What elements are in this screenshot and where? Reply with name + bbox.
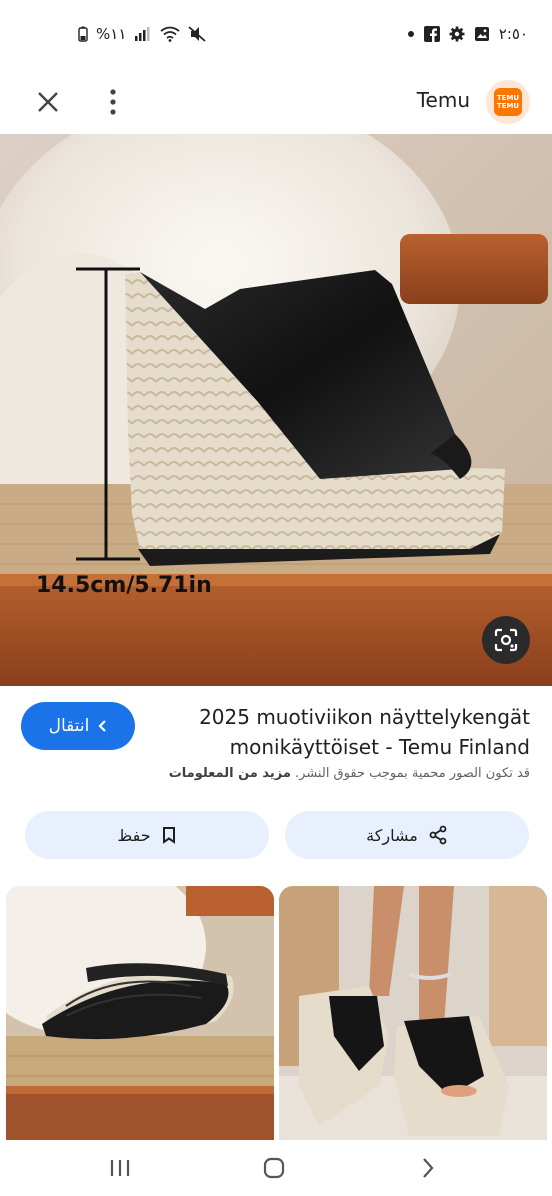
dot-icon	[407, 30, 415, 38]
copyright-text: قد تكون الصور محمية بموجب حقوق النشر.	[295, 766, 530, 781]
home-button[interactable]	[254, 1152, 294, 1184]
close-button[interactable]	[32, 86, 64, 118]
bookmark-icon	[162, 827, 175, 844]
app-title: Temu	[416, 88, 470, 112]
more-options-button[interactable]	[98, 86, 128, 118]
back-icon	[423, 1158, 434, 1178]
signal-icon	[134, 27, 152, 41]
related-image-sole-art	[6, 886, 274, 1154]
battery-percent: %١١	[96, 25, 127, 43]
temu-logo-top: TEMU	[496, 94, 520, 102]
lens-button[interactable]	[482, 616, 530, 664]
share-button[interactable]: مشاركة	[285, 811, 529, 859]
share-icon	[429, 825, 447, 845]
home-icon	[263, 1157, 285, 1179]
recents-icon	[110, 1160, 130, 1176]
back-button[interactable]	[408, 1152, 448, 1184]
visit-button[interactable]: انتقال	[21, 702, 135, 750]
temu-logo-bottom: TEMU	[496, 102, 520, 110]
more-vert-icon	[110, 89, 116, 115]
settings-icon	[449, 26, 465, 42]
temu-logo[interactable]: TEMU TEMU	[486, 80, 530, 124]
app-bar: Temu TEMU TEMU	[0, 72, 552, 134]
chevron-left-icon	[98, 720, 107, 732]
related-image-worn-art	[279, 886, 547, 1154]
mute-icon	[188, 26, 206, 42]
facebook-icon	[423, 26, 440, 42]
measurement-label: 14.5cm/5.71in	[36, 573, 212, 598]
wifi-icon	[160, 26, 180, 42]
visit-label: انتقال	[48, 716, 90, 736]
learn-more-link[interactable]: مزيد من المعلومات	[169, 766, 291, 781]
system-nav-bar	[0, 1140, 552, 1196]
save-button[interactable]: حفظ	[25, 811, 269, 859]
recents-button[interactable]	[100, 1152, 140, 1184]
clock: ٢:٥٠	[498, 25, 528, 43]
save-label: حفظ	[117, 825, 151, 845]
related-image-worn[interactable]	[279, 886, 547, 1154]
gallery-icon	[474, 26, 490, 42]
temu-logo-mark: TEMU TEMU	[494, 88, 522, 116]
related-image-sole[interactable]	[6, 886, 274, 1154]
close-icon	[38, 92, 58, 112]
status-left: %١١	[78, 25, 206, 43]
status-right: ٢:٥٠	[407, 25, 528, 43]
status-bar: %١١ ٢:٥٠	[0, 0, 552, 72]
share-label: مشاركة	[366, 825, 418, 845]
lens-icon	[494, 628, 518, 652]
product-image-art: 14.5cm/5.71in	[0, 134, 552, 686]
product-image[interactable]: 14.5cm/5.71in	[0, 134, 552, 686]
copyright-notice: قد تكون الصور محمية بموجب حقوق النشر. مز…	[20, 766, 530, 781]
result-title[interactable]: 2025 muotiviikon näyttelykengät monikäyt…	[150, 702, 530, 762]
battery-icon	[78, 26, 88, 42]
